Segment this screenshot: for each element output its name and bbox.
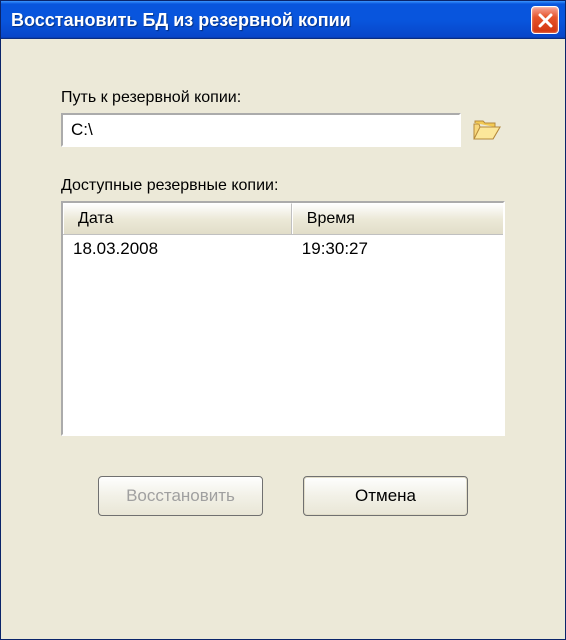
path-label: Путь к резервной копии: <box>61 89 505 107</box>
window-title: Восстановить БД из резервной копии <box>11 10 351 31</box>
dialog-window: Восстановить БД из резервной копии Путь … <box>0 0 566 640</box>
path-row <box>61 113 505 147</box>
table-row[interactable]: 18.03.2008 19:30:27 <box>63 235 503 263</box>
backups-label: Доступные резервные копии: <box>61 177 505 195</box>
column-header-time[interactable]: Время <box>292 203 503 234</box>
path-input[interactable] <box>61 113 461 147</box>
titlebar: Восстановить БД из резервной копии <box>1 1 565 39</box>
close-icon <box>538 13 553 28</box>
button-row: Восстановить Отмена <box>61 476 505 516</box>
cancel-button[interactable]: Отмена <box>303 476 468 516</box>
folder-open-icon <box>473 119 501 141</box>
cell-date: 18.03.2008 <box>63 239 292 259</box>
column-header-date[interactable]: Дата <box>63 203 292 234</box>
table-header: Дата Время <box>63 203 503 235</box>
table-body: 18.03.2008 19:30:27 <box>63 235 503 434</box>
browse-button[interactable] <box>469 113 505 147</box>
backups-table: Дата Время 18.03.2008 19:30:27 <box>61 201 505 436</box>
close-button[interactable] <box>531 6 559 34</box>
restore-button[interactable]: Восстановить <box>98 476 263 516</box>
client-area: Путь к резервной копии: Доступные резерв… <box>1 39 565 639</box>
cell-time: 19:30:27 <box>292 239 503 259</box>
